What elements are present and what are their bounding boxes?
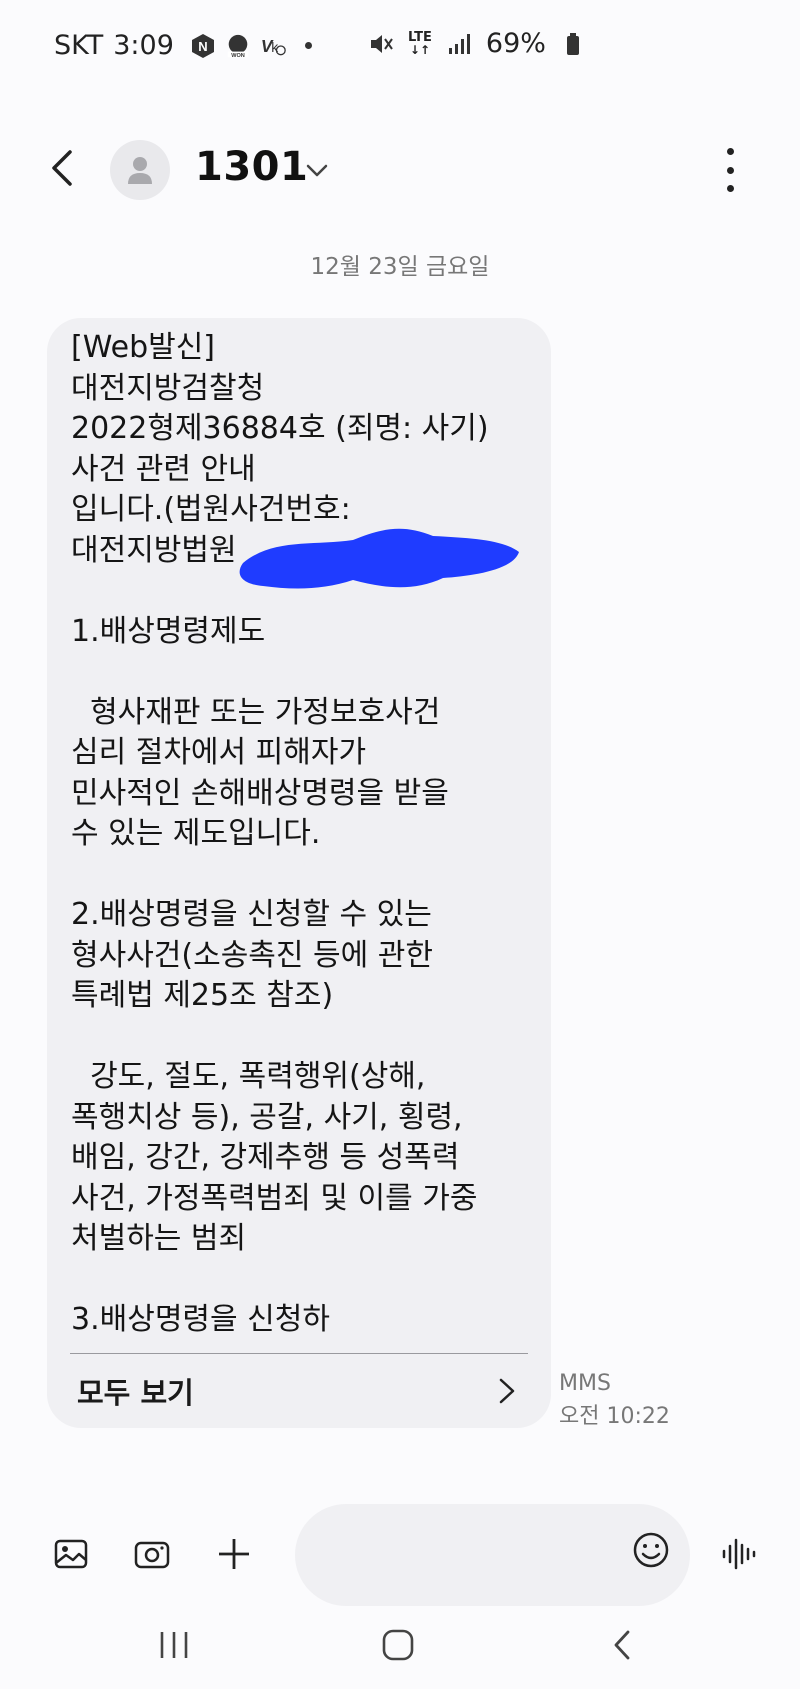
- voice-waveform-icon: [722, 1538, 756, 1570]
- image-icon: [54, 1539, 88, 1569]
- home-button[interactable]: [373, 1622, 423, 1668]
- svg-text:WON: WON: [231, 53, 245, 59]
- svg-text:N: N: [198, 39, 207, 54]
- more-dot-icon: [726, 166, 734, 174]
- message-body: [Web발신] 대전지방검찰청 2022형제36884호 (죄명: 사기) 사건…: [71, 330, 489, 1337]
- conversation-header: 1301: [0, 130, 800, 210]
- message-input-field[interactable]: [295, 1504, 690, 1606]
- nav-back-button[interactable]: [597, 1622, 647, 1668]
- emoji-button[interactable]: [631, 1530, 679, 1578]
- status-left: SKT 3:09 N WON Vk: [54, 30, 312, 61]
- gallery-button[interactable]: [47, 1530, 95, 1578]
- battery-percent: 69%: [485, 28, 546, 59]
- lte-label: LTE: [408, 29, 432, 45]
- camera-icon: [134, 1541, 170, 1569]
- more-notifications-dot: [304, 42, 312, 49]
- date-separator: 12월 23일 금요일: [310, 254, 490, 280]
- won-notification-icon: WON: [225, 33, 251, 59]
- navigation-bar: [0, 1600, 800, 1689]
- view-all-label: 모두 보기: [77, 1376, 194, 1410]
- network-type-label: LTE ↓↑: [408, 29, 432, 57]
- mute-icon: [368, 31, 394, 57]
- person-icon: [128, 157, 152, 184]
- attach-button[interactable]: [210, 1530, 258, 1578]
- message-meta: MMS 오전 10:22: [559, 1367, 670, 1433]
- message-type: MMS: [559, 1371, 611, 1396]
- message-input[interactable]: [319, 1534, 613, 1576]
- redaction-scribble: [239, 528, 519, 589]
- view-all-button[interactable]: 모두 보기: [71, 1354, 529, 1428]
- chevron-down-icon[interactable]: [302, 156, 332, 186]
- battery-icon: [560, 31, 586, 57]
- signal-icon: [446, 31, 472, 57]
- vk-notification-icon: Vk: [260, 33, 286, 59]
- more-dot-icon: [726, 148, 734, 155]
- message-timestamp: 오전 10:22: [559, 1404, 670, 1429]
- chevron-right-icon: [499, 1378, 515, 1404]
- more-options-button[interactable]: [715, 148, 745, 192]
- status-bar: SKT 3:09 N WON Vk LTE ↓↑ 69%: [0, 0, 800, 95]
- emoji-icon: [633, 1532, 669, 1568]
- home-icon: [382, 1629, 414, 1661]
- naver-notification-icon: N: [190, 33, 216, 59]
- camera-button[interactable]: [128, 1530, 176, 1578]
- plus-icon: [219, 1539, 249, 1569]
- back-arrow-icon: [52, 150, 72, 186]
- avatar[interactable]: [110, 140, 170, 200]
- carrier-label: SKT: [54, 30, 104, 61]
- composer-bar: [0, 1500, 800, 1610]
- voice-record-button[interactable]: [716, 1530, 764, 1578]
- contact-name[interactable]: 1301: [195, 144, 308, 190]
- clock: 3:09: [113, 30, 174, 61]
- nav-back-icon: [614, 1630, 630, 1660]
- back-button[interactable]: [40, 146, 84, 190]
- recent-apps-button[interactable]: [149, 1622, 199, 1668]
- more-dot-icon: [726, 185, 734, 192]
- message-bubble[interactable]: [Web발신] 대전지방검찰청 2022형제36884호 (죄명: 사기) 사건…: [47, 318, 551, 1428]
- recent-apps-icon: [160, 1632, 188, 1658]
- status-right: LTE ↓↑ 69%: [368, 28, 586, 59]
